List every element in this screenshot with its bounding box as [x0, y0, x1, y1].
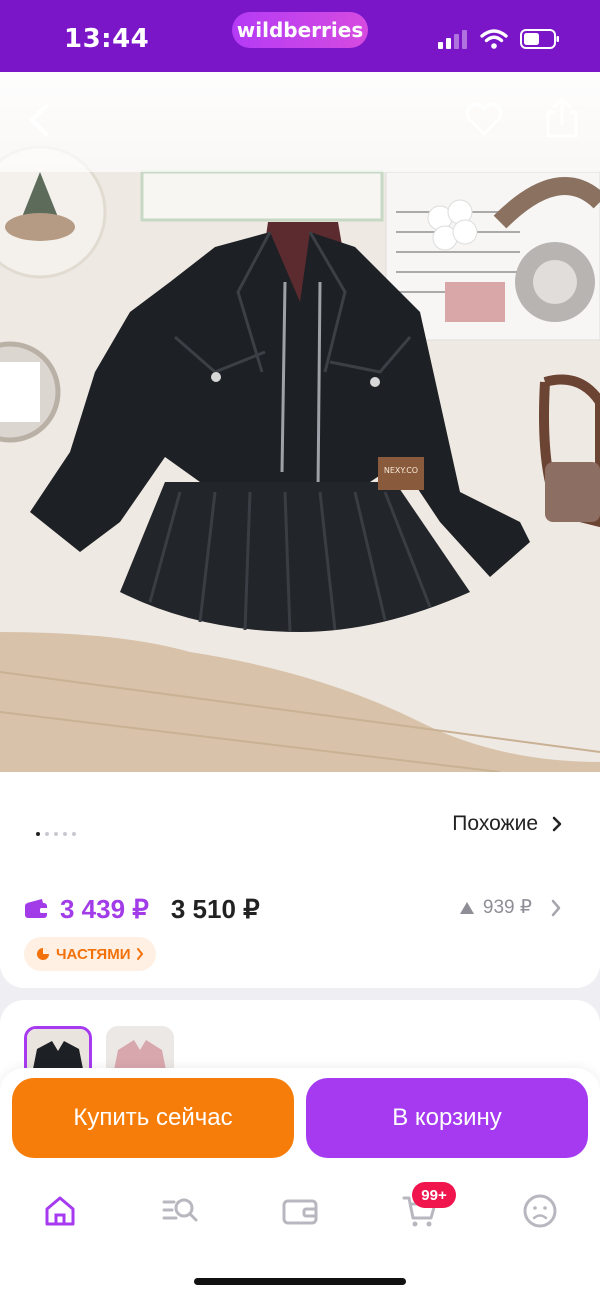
- system-icons: [438, 28, 560, 50]
- product-photo-gallery[interactable]: NEXY.CO: [0, 72, 600, 772]
- svg-text:NEXY.CO: NEXY.CO: [384, 466, 418, 475]
- profile-icon: [523, 1194, 557, 1228]
- installment-label: ЧАСТЯМИ: [56, 945, 131, 963]
- product-info-card: Похожие 3 439 ₽ 3 510 ₽ 939 ₽ ЧАСТЯМИ: [0, 772, 600, 988]
- price-extra: 939 ₽: [482, 897, 532, 918]
- wallet-price: 3 439 ₽: [60, 893, 149, 924]
- chevron-right-icon: [551, 899, 561, 916]
- tab-wallet[interactable]: [275, 1186, 325, 1236]
- signal-icon: [438, 30, 467, 49]
- pagination-dot: [63, 832, 67, 836]
- tab-bar: 99+: [0, 1182, 600, 1236]
- product-topbar: [0, 72, 600, 172]
- share-icon[interactable]: [542, 96, 582, 140]
- regular-price: 3 510 ₽: [170, 893, 260, 924]
- pagination-dot: [36, 832, 40, 836]
- price-row: 3 439 ₽ 3 510 ₽ 939 ₽: [24, 892, 576, 926]
- pagination-dot: [72, 832, 76, 836]
- cart-badge: 99+: [412, 1182, 456, 1208]
- wallet-tab-icon: [282, 1199, 318, 1225]
- wallet-icon: [25, 899, 48, 918]
- gallery-pagination: [36, 832, 76, 836]
- product-photo: NEXY.CO: [0, 72, 600, 772]
- catalog-search-icon: [162, 1198, 198, 1222]
- heart-icon[interactable]: [464, 100, 504, 140]
- wifi-icon: [480, 29, 508, 49]
- status-bar: 13:44 wildberries: [0, 0, 600, 72]
- brand-logo: wildberries: [232, 12, 368, 48]
- back-arrow-icon[interactable]: [24, 100, 56, 140]
- tab-catalog[interactable]: [155, 1186, 205, 1236]
- pie-chart-icon: [37, 948, 49, 960]
- chevron-right-icon: [552, 816, 562, 832]
- tab-home[interactable]: [35, 1186, 85, 1236]
- triangle-up-icon: [459, 901, 474, 914]
- home-indicator: [194, 1278, 406, 1285]
- tab-profile[interactable]: [515, 1186, 565, 1236]
- installment-button[interactable]: ЧАСТЯМИ: [24, 937, 157, 971]
- bottom-action-bar: Купить сейчас В корзину 99+: [0, 1068, 600, 1297]
- buy-now-button[interactable]: Купить сейчас: [12, 1078, 294, 1158]
- add-to-cart-button[interactable]: В корзину: [306, 1078, 588, 1158]
- pagination-dot: [45, 832, 49, 836]
- status-time: 13:44: [64, 24, 150, 54]
- price-history-link[interactable]: 939 ₽: [459, 896, 562, 919]
- home-icon: [45, 1196, 75, 1226]
- similar-label: Похожие: [452, 812, 538, 835]
- chevron-right-icon: [137, 948, 144, 960]
- battery-icon: [520, 29, 559, 49]
- similar-link[interactable]: Похожие: [452, 812, 562, 836]
- pagination-dot: [54, 832, 58, 836]
